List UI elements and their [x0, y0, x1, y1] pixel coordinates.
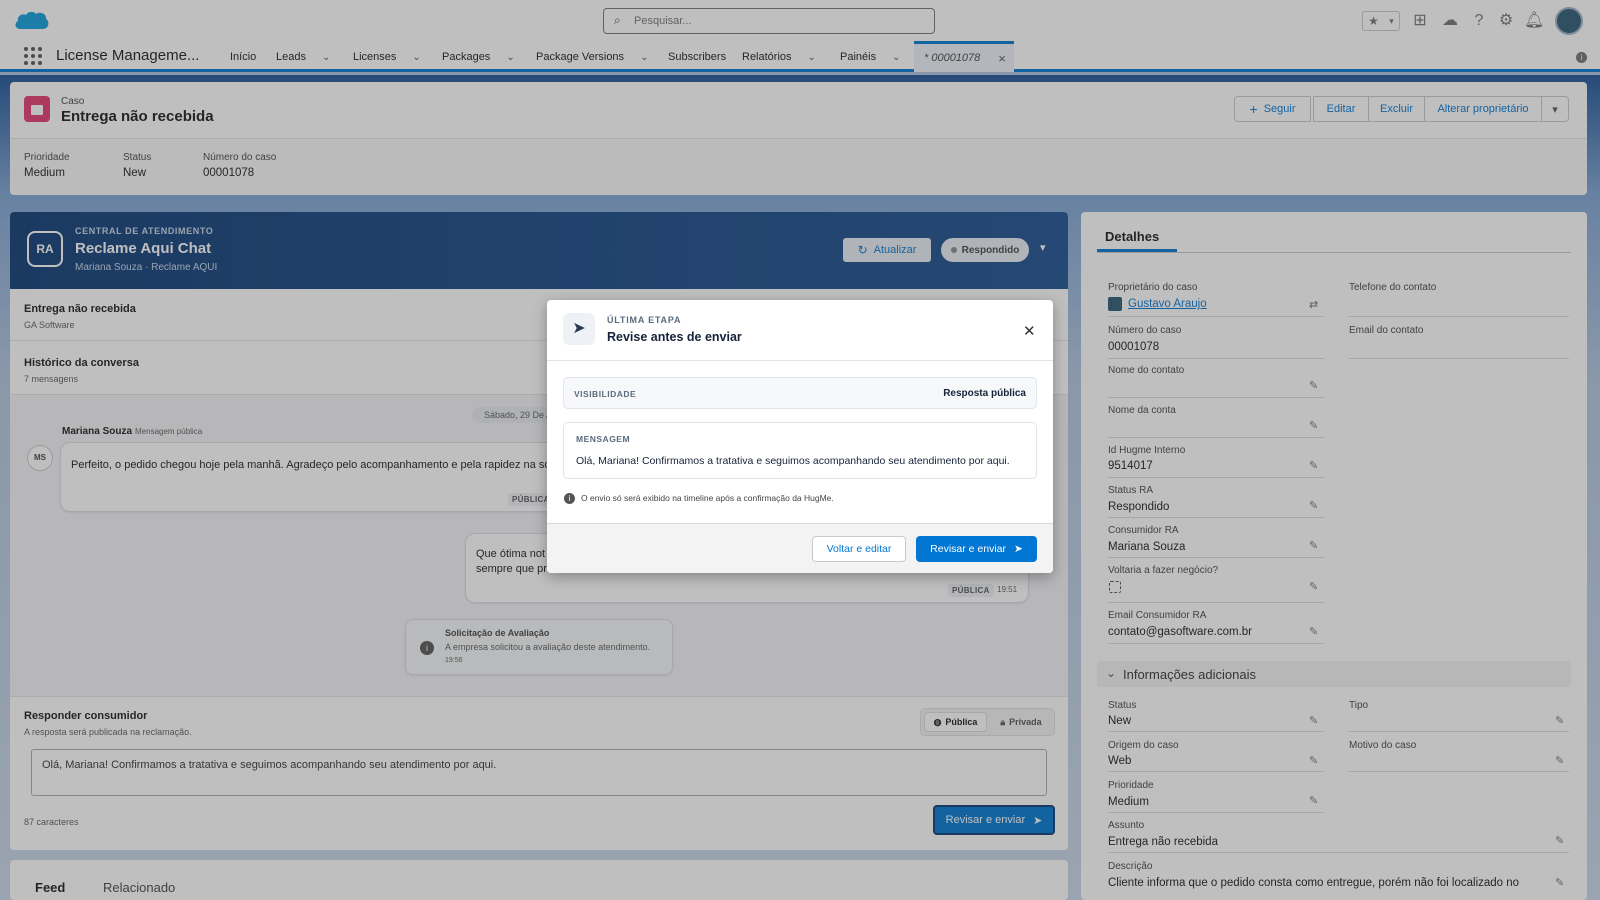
- modal-footer: Voltar e editar Revisar e enviar ➤: [547, 523, 1053, 573]
- back-edit-button[interactable]: Voltar e editar: [812, 536, 906, 562]
- message-preview-text: Olá, Mariana! Confirmamos a tratativa e …: [576, 455, 1010, 467]
- send-icon: ➤: [1014, 543, 1023, 555]
- send-icon: ➤: [563, 313, 595, 345]
- message-preview: MENSAGEM Olá, Mariana! Confirmamos a tra…: [563, 422, 1037, 479]
- close-icon[interactable]: ✕: [1023, 322, 1036, 340]
- confirm-send-button[interactable]: Revisar e enviar ➤: [916, 536, 1037, 562]
- info-icon: i: [564, 493, 575, 504]
- modal-title: Revise antes de enviar: [607, 330, 742, 344]
- modal-note: O envio só será exibido na timeline após…: [581, 493, 834, 503]
- visibility-value: Resposta pública: [943, 388, 1026, 399]
- review-modal: ➤ ÚLTIMA ETAPA Revise antes de enviar ✕ …: [547, 300, 1053, 573]
- visibility-summary: VISIBILIDADE Resposta pública: [563, 377, 1037, 409]
- modal-eyebrow: ÚLTIMA ETAPA: [607, 315, 682, 325]
